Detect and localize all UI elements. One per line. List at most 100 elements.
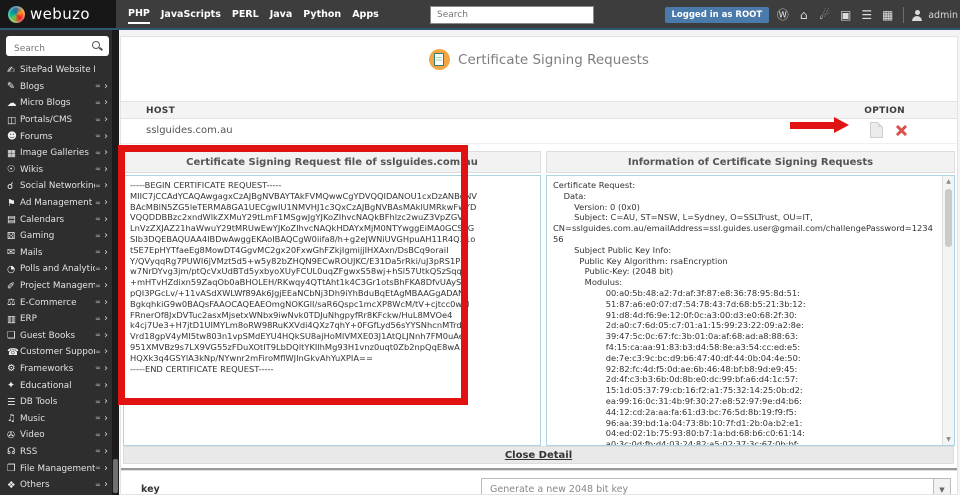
chevron-right-icon: › — [104, 181, 108, 191]
sidebar-item-icon: ✍ — [7, 65, 20, 76]
sidebar-item[interactable]: ☁ Micro Blogs ∞ › — [0, 95, 112, 112]
section-divider — [121, 468, 957, 471]
sidebar-item-icon: ▦ — [7, 148, 20, 159]
sidebar-item-icon: ☰ — [7, 397, 20, 408]
topbar-divider — [903, 7, 904, 23]
chevron-right-icon: › — [104, 215, 108, 225]
link-icon: ∞ — [95, 415, 101, 422]
sidebar-item[interactable]: ✎ Blogs ∞ › — [0, 79, 112, 96]
sidebar-item-label: Customer Support — [20, 347, 95, 357]
topnav-item[interactable]: JavaScripts — [161, 6, 221, 23]
sidebar-item[interactable]: ☻ Forums ∞ › — [0, 128, 112, 145]
sidebar-item[interactable]: ❑ Guest Books ∞ › — [0, 328, 112, 345]
host-cell: sslguides.com.au — [146, 125, 233, 136]
sidebar-item-label: Guest Books — [20, 331, 95, 341]
close-detail-link[interactable]: Close Detail — [505, 450, 572, 461]
sidebar-item[interactable]: ♫ Music ∞ › — [0, 410, 112, 427]
sidebar-item-icon: ◫ — [7, 115, 20, 126]
sidebar-item-label: Calendars — [20, 215, 95, 225]
topbar-search-input[interactable] — [430, 6, 594, 24]
sidebar-item[interactable]: ✉ Mails ∞ › — [0, 245, 112, 262]
sidebar-item[interactable]: ▥ ERP ∞ › — [0, 311, 112, 328]
sidebar-item-icon: ❖ — [7, 480, 20, 491]
sidebar-item[interactable]: ⚙ Frameworks ∞ › — [0, 361, 112, 378]
scroll-up-icon[interactable]: ▲ — [943, 176, 954, 187]
sidebar-item-icon: ☁ — [7, 98, 20, 109]
info-panel-scrollbar[interactable]: ▲ ▼ — [942, 176, 954, 445]
sidebar-item[interactable]: ⚖ E-Commerce ∞ › — [0, 294, 112, 311]
sidebar-item[interactable]: ◔ Polls and Analytics ∞ › — [0, 261, 112, 278]
sidebar-item[interactable]: ◫ Portals/CMS ∞ › — [0, 112, 112, 129]
package-icon[interactable]: ▣ — [838, 9, 853, 21]
sidebar-item-icon: ✇ — [7, 430, 20, 441]
csr-file-textarea[interactable]: -----BEGIN CERTIFICATE REQUEST----- MIIC… — [123, 175, 541, 446]
topnav-item[interactable]: PHP — [128, 5, 150, 24]
sidebar-item-icon: ⚄ — [7, 231, 20, 242]
sidebar-item-label: RSS — [20, 447, 95, 457]
chevron-right-icon: › — [104, 82, 108, 92]
main-area: Certificate Signing Requests HOST OPTION… — [119, 30, 960, 495]
chevron-down-icon: ▼ — [933, 479, 950, 495]
sidebar-item[interactable]: ⚄ Gaming ∞ › — [0, 228, 112, 245]
topbar-right-cluster: Logged in as ROOT Ⓦ ⌂ ☄ ▣ ☰ ▦ admin — [665, 0, 959, 30]
user-icon — [912, 10, 922, 21]
delete-csr-icon[interactable] — [894, 124, 907, 137]
link-icon: ∞ — [95, 382, 101, 389]
chevron-right-icon: › — [104, 198, 108, 208]
csr-info-content: Certificate Request: Data: Version: 0 (0… — [547, 176, 942, 446]
sidebar-item-label: Forums — [20, 132, 95, 142]
sidebar-item-label: Polls and Analytics — [20, 264, 95, 274]
scroll-down-icon[interactable]: ▼ — [943, 434, 954, 445]
sidebar-item[interactable]: ❒ File Management ∞ › — [0, 460, 112, 477]
sidebar-item[interactable]: ▦ Image Galleries ∞ › — [0, 145, 112, 162]
sidebar-item-icon: ✐ — [7, 281, 20, 292]
rocket-icon[interactable]: ☄ — [817, 9, 832, 21]
sidebar-item[interactable]: ⚑ Ad Management ∞ › — [0, 195, 112, 212]
topnav-item[interactable]: Python — [303, 6, 341, 23]
chevron-right-icon: › — [104, 165, 108, 175]
sidebar-item[interactable]: ☎ Customer Support ∞ › — [0, 344, 112, 361]
sidebar-item[interactable]: ✇ Video ∞ › — [0, 427, 112, 444]
sidebar-item-label: Project Management — [20, 281, 95, 291]
csr-info-panel-title: Information of Certificate Signing Reque… — [546, 151, 955, 173]
sidebar-item-label: Ad Management — [20, 198, 95, 208]
csr-clipboard-icon — [429, 49, 450, 70]
server-icon[interactable]: ☰ — [859, 9, 874, 21]
sidebar-item[interactable]: ✍ SitePad Website Builder ∞ › — [0, 62, 112, 79]
sidebar-scrollbar[interactable] — [112, 30, 119, 495]
link-icon: ∞ — [95, 482, 101, 489]
topnav-item[interactable]: Apps — [352, 6, 379, 23]
chevron-right-icon: › — [104, 115, 108, 125]
wordpress-icon[interactable]: Ⓦ — [775, 9, 790, 21]
sidebar-item-icon: ☉ — [7, 164, 20, 175]
table-row: sslguides.com.au — [121, 119, 957, 144]
sidebar-item[interactable]: ❖ Others ∞ › — [0, 477, 112, 494]
sidebar-item[interactable]: ☊ RSS ∞ › — [0, 444, 112, 461]
sidebar-item[interactable]: ✦ Educational ∞ › — [0, 377, 112, 394]
home-icon[interactable]: ⌂ — [796, 9, 811, 21]
topnav-item[interactable]: PERL — [232, 6, 259, 23]
link-icon: ∞ — [95, 349, 101, 356]
view-csr-file-icon[interactable] — [870, 122, 883, 138]
link-icon: ∞ — [95, 83, 101, 90]
scrollbar-thumb[interactable] — [945, 189, 952, 247]
sidebar-scrollbar-thumb[interactable] — [113, 459, 118, 493]
sidebar-item[interactable]: ☰ DB Tools ∞ › — [0, 394, 112, 411]
username-menu[interactable]: admin — [928, 10, 958, 21]
webuzo-logo[interactable]: webuzo — [0, 0, 116, 28]
sidebar-item[interactable]: ☉ Wikis ∞ › — [0, 162, 112, 179]
chevron-right-icon: › — [104, 148, 108, 158]
sidebar-item[interactable]: ▤ Calendars ∞ › — [0, 211, 112, 228]
sidebar-item-icon: ⚑ — [7, 198, 20, 209]
apps-grid-icon[interactable]: ▦ — [880, 9, 895, 21]
csr-file-panel: Certificate Signing Request file of sslg… — [123, 151, 541, 446]
sidebar-item[interactable]: ✐ Project Management ∞ › — [0, 278, 112, 295]
chevron-right-icon: › — [104, 347, 108, 357]
sidebar-item-label: File Management — [20, 464, 95, 474]
sidebar-item[interactable]: ☌ Social Networking ∞ › — [0, 178, 112, 195]
key-select-dropdown[interactable]: Generate a new 2048 bit key ▼ — [481, 478, 951, 495]
csr-info-textarea[interactable]: Certificate Request: Data: Version: 0 (0… — [546, 175, 955, 446]
sidebar-item-label: Mails — [20, 248, 95, 258]
sidebar-search-input[interactable] — [12, 39, 96, 59]
topnav-item[interactable]: Java — [270, 6, 293, 23]
